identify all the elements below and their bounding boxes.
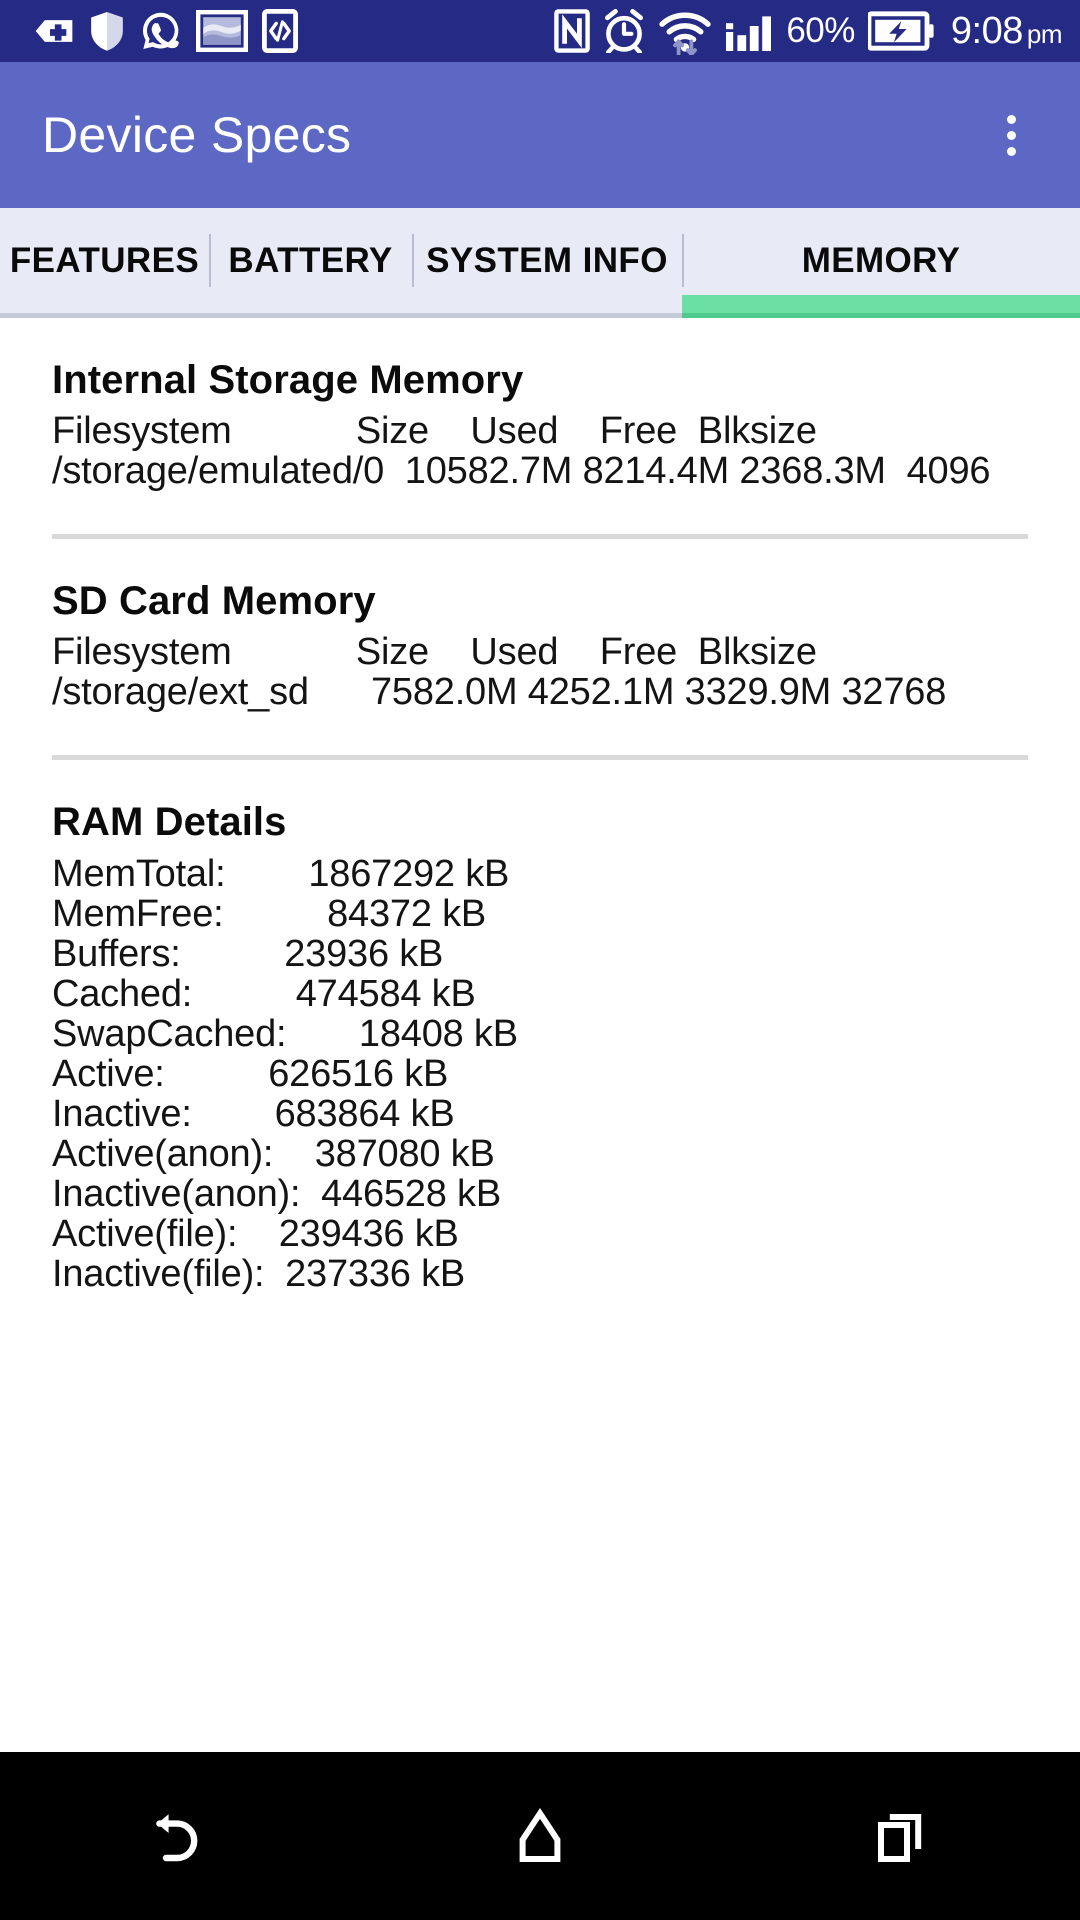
phone-screen: 60% 9:08 pm Device Specs FEATURES BATTER…	[0, 0, 1080, 1920]
alarm-clock-icon	[603, 9, 645, 55]
tab-separator	[682, 234, 684, 287]
app-toolbar: Device Specs	[0, 62, 1080, 208]
battery-percent-label: 60%	[786, 11, 855, 50]
table-row: /storage/emulated/0 10582.7M 8214.4M 236…	[52, 449, 991, 492]
battery-charging-icon	[866, 11, 934, 51]
section-sd-card: SD Card Memory Filesystem Size Used Free…	[52, 539, 1028, 713]
internal-storage-table: Filesystem Size Used Free Blksize /stora…	[52, 410, 1028, 492]
page-title: Device Specs	[42, 107, 352, 163]
code-brackets-icon	[262, 9, 299, 54]
tab-bar: FEATURES BATTERY SYSTEM INFO MEMORY	[0, 208, 1080, 318]
status-bar-notification-icons	[34, 9, 299, 54]
home-icon	[519, 1807, 561, 1862]
tab-memory[interactable]: MEMORY	[682, 208, 1080, 318]
tab-system-info[interactable]: SYSTEM INFO	[412, 208, 682, 313]
recent-apps-icon	[878, 1814, 922, 1862]
section-internal-storage: Internal Storage Memory Filesystem Size …	[52, 318, 1028, 492]
gallery-image-icon	[195, 9, 249, 53]
overflow-dot	[1006, 130, 1016, 140]
overflow-dot	[1006, 146, 1016, 156]
content-clip-mask	[0, 1552, 1080, 1752]
clock-time: 9:08	[950, 9, 1023, 52]
nfc-icon	[554, 9, 591, 53]
status-bar: 60% 9:08 pm	[0, 0, 1080, 62]
back-arrow-icon	[156, 1814, 198, 1862]
memory-tab-content[interactable]: Internal Storage Memory Filesystem Size …	[0, 318, 1080, 1752]
overflow-dot	[1006, 114, 1016, 124]
section-heading: Internal Storage Memory	[52, 358, 524, 402]
tab-label: BATTERY	[228, 240, 393, 280]
table-header-line: Filesystem Size Used Free Blksize	[52, 630, 817, 673]
tab-label: SYSTEM INFO	[426, 240, 668, 280]
section-ram-details: RAM Details MemTotal: 1867292 kB MemFree…	[52, 760, 1028, 1295]
clock-ampm: pm	[1026, 18, 1063, 49]
sd-card-table: Filesystem Size Used Free Blksize /stora…	[52, 630, 1028, 713]
status-bar-system-icons: 60% 9:08 pm	[554, 7, 1063, 57]
system-navigation-bar	[0, 1752, 1080, 1920]
table-header-line: Filesystem Size Used Free Blksize	[52, 410, 817, 452]
shield-icon	[88, 10, 126, 52]
signal-bars-icon	[725, 10, 773, 52]
section-heading: SD Card Memory	[52, 578, 376, 623]
home-button[interactable]	[460, 1776, 620, 1896]
tab-separator	[209, 234, 211, 287]
whatsapp-icon	[140, 10, 182, 52]
status-bar-clock: 9:08 pm	[950, 9, 1063, 53]
ram-details-list: MemTotal: 1867292 kB MemFree: 84372 kB B…	[52, 852, 518, 1296]
tab-battery[interactable]: BATTERY	[209, 208, 412, 313]
tab-features[interactable]: FEATURES	[0, 208, 209, 313]
active-tab-indicator	[682, 295, 1080, 318]
medical-plus-icon	[34, 11, 74, 51]
section-heading: RAM Details	[52, 799, 287, 844]
table-row: /storage/ext_sd 7582.0M 4252.1M 3329.9M …	[52, 670, 947, 713]
tab-label: MEMORY	[801, 240, 961, 280]
overflow-menu-icon[interactable]	[976, 100, 1046, 170]
tab-separator	[412, 234, 414, 287]
wifi-data-icon	[658, 7, 712, 57]
back-button[interactable]	[100, 1776, 260, 1896]
recents-button[interactable]	[820, 1776, 980, 1896]
tab-label: FEATURES	[9, 240, 200, 280]
